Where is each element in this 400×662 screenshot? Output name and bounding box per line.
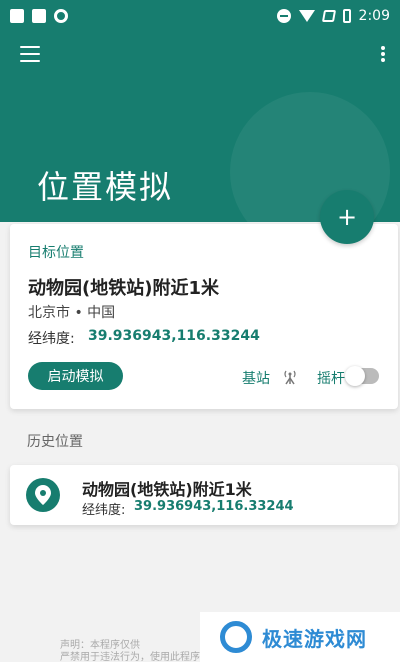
target-coord-value: 39.936943,116.33244 [88, 328, 260, 344]
joystick-label: 摇杆 [317, 371, 345, 387]
status-time: 2:09 [358, 8, 390, 24]
image-icon [10, 9, 24, 23]
antenna-icon[interactable] [280, 366, 300, 386]
target-city: 北京市 • 中国 [28, 305, 116, 321]
history-coord-value: 39.936943,116.33244 [134, 499, 294, 514]
history-place-name: 动物园(地铁站)附近1米 [82, 480, 252, 499]
do-not-disturb-icon [276, 9, 291, 23]
disclaimer-text: 声明：本程序仅供 严禁用于违法行为，使用此程序所 [60, 640, 210, 662]
history-section-title: 历史位置 [27, 434, 83, 450]
target-section-title: 目标位置 [28, 245, 84, 261]
target-place-name: 动物园(地铁站)附近1米 [28, 278, 219, 299]
record-icon [54, 9, 68, 23]
base-station-label: 基站 [242, 371, 270, 387]
add-icon: + [336, 203, 358, 231]
page-title: 位置模拟 [37, 168, 174, 206]
no-signal-icon [321, 10, 336, 22]
start-simulation-button[interactable]: 启动模拟 [28, 362, 123, 390]
joystick-toggle[interactable] [345, 366, 379, 386]
location-pin-icon [26, 478, 60, 512]
notification-icon [32, 9, 46, 23]
target-coord-label: 经纬度: [28, 331, 75, 347]
status-bar: 2:09 [0, 0, 400, 32]
watermark-text: 极速游戏网 [262, 626, 367, 651]
disclaimer-line-1: 声明：本程序仅供 [60, 640, 140, 651]
disclaimer-line-2: 严禁用于违法行为，使用此程序所 [60, 652, 210, 662]
wifi-icon [298, 10, 315, 22]
history-item[interactable]: 动物园(地铁站)附近1米 经纬度: 39.936943,116.33244 [10, 465, 398, 525]
menu-icon[interactable] [20, 46, 40, 62]
target-card: 目标位置 动物园(地铁站)附近1米 北京市 • 中国 经纬度: 39.93694… [10, 224, 398, 409]
more-vert-icon[interactable] [381, 46, 385, 62]
add-location-button[interactable]: + [320, 190, 374, 244]
history-coord-label: 经纬度: [82, 503, 126, 518]
watermark: 极速游戏网 [200, 612, 400, 662]
watermark-logo-icon [220, 621, 252, 653]
battery-icon [342, 9, 351, 23]
